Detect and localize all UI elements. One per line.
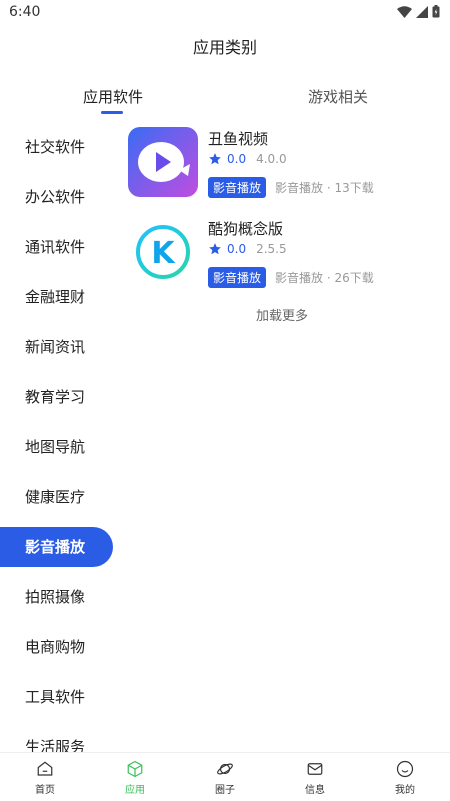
page-title: 应用类别	[192, 38, 257, 57]
nav-home[interactable]: 首页	[0, 753, 90, 801]
sidebar-item-social[interactable]: 社交软件	[0, 127, 113, 167]
app-version: 4.0.0	[256, 152, 287, 166]
nav-label: 圈子	[215, 785, 235, 796]
nav-label: 应用	[125, 785, 145, 796]
kugou-k-icon[interactable]: K	[128, 217, 198, 287]
status-bar: 6:40	[0, 0, 450, 26]
star-icon	[209, 153, 221, 165]
signal-icon	[416, 5, 428, 18]
cube-icon	[127, 760, 143, 778]
tab-games[interactable]: 游戏相关	[308, 86, 368, 107]
load-more-button[interactable]: 加载更多	[128, 305, 436, 324]
app-list-item[interactable]: K 酷狗概念版 0.0 2.5.5 影音播放 影音播放 · 26下载	[128, 217, 428, 297]
sidebar-item-maps[interactable]: 地图导航	[0, 427, 113, 467]
nav-messages[interactable]: 信息	[270, 753, 360, 801]
category-badge: 影音播放	[208, 177, 267, 198]
active-tab-indicator	[101, 111, 123, 114]
nav-label: 我的	[395, 785, 415, 796]
sidebar-item-health[interactable]: 健康医疗	[0, 477, 113, 517]
app-name: 酷狗概念版	[208, 220, 284, 238]
tab-apps[interactable]: 应用软件	[83, 86, 143, 107]
bottom-nav: 首页 应用 圈子 信息 我的	[0, 752, 450, 801]
nav-profile[interactable]: 我的	[360, 753, 450, 801]
svg-text:K: K	[151, 236, 176, 271]
status-icons	[397, 5, 440, 18]
planet-icon	[217, 763, 233, 775]
rating-row: 0.0 2.5.5	[208, 242, 287, 256]
home-icon	[37, 761, 53, 776]
star-icon	[209, 243, 221, 255]
rating-row: 0.0 4.0.0	[208, 152, 287, 166]
download-meta: 影音播放 · 26下载	[275, 271, 374, 285]
rating-value: 0.0	[227, 152, 247, 166]
nav-apps[interactable]: 应用	[90, 753, 180, 801]
app-list-item[interactable]: 丑鱼视频 0.0 4.0.0 影音播放 影音播放 · 13下载	[128, 127, 428, 207]
sidebar-item-life-services[interactable]: 生活服务	[0, 727, 113, 752]
smile-icon	[396, 760, 414, 778]
play-fish-icon[interactable]	[128, 127, 198, 197]
download-meta: 影音播放 · 13下载	[275, 181, 374, 195]
tag-row: 影音播放 影音播放 · 26下载	[208, 267, 374, 288]
sidebar-item-news[interactable]: 新闻资讯	[0, 327, 113, 367]
sidebar-item-shopping[interactable]: 电商购物	[0, 627, 113, 667]
mail-icon	[307, 763, 323, 775]
nav-circle[interactable]: 圈子	[180, 753, 270, 801]
status-time: 6:40	[9, 4, 41, 20]
sidebar-item-office[interactable]: 办公软件	[0, 177, 113, 217]
nav-label: 信息	[305, 785, 325, 796]
category-sidebar[interactable]: 社交软件 办公软件 通讯软件 金融理财 新闻资讯 教育学习 地图导航 健康医疗 …	[0, 122, 120, 752]
app-version: 2.5.5	[256, 242, 287, 256]
battery-icon	[432, 5, 440, 18]
sidebar-item-finance[interactable]: 金融理财	[0, 277, 113, 317]
nav-label: 首页	[35, 785, 55, 796]
sidebar-item-camera[interactable]: 拍照摄像	[0, 577, 113, 617]
sidebar-item-media[interactable]: 影音播放	[0, 527, 113, 567]
app-name: 丑鱼视频	[208, 130, 269, 148]
tag-row: 影音播放 影音播放 · 13下载	[208, 177, 374, 198]
sidebar-item-tools[interactable]: 工具软件	[0, 677, 113, 717]
sidebar-item-education[interactable]: 教育学习	[0, 377, 113, 417]
sidebar-item-communication[interactable]: 通讯软件	[0, 227, 113, 267]
wifi-icon	[397, 5, 412, 18]
rating-value: 0.0	[227, 242, 247, 256]
category-badge: 影音播放	[208, 267, 267, 288]
